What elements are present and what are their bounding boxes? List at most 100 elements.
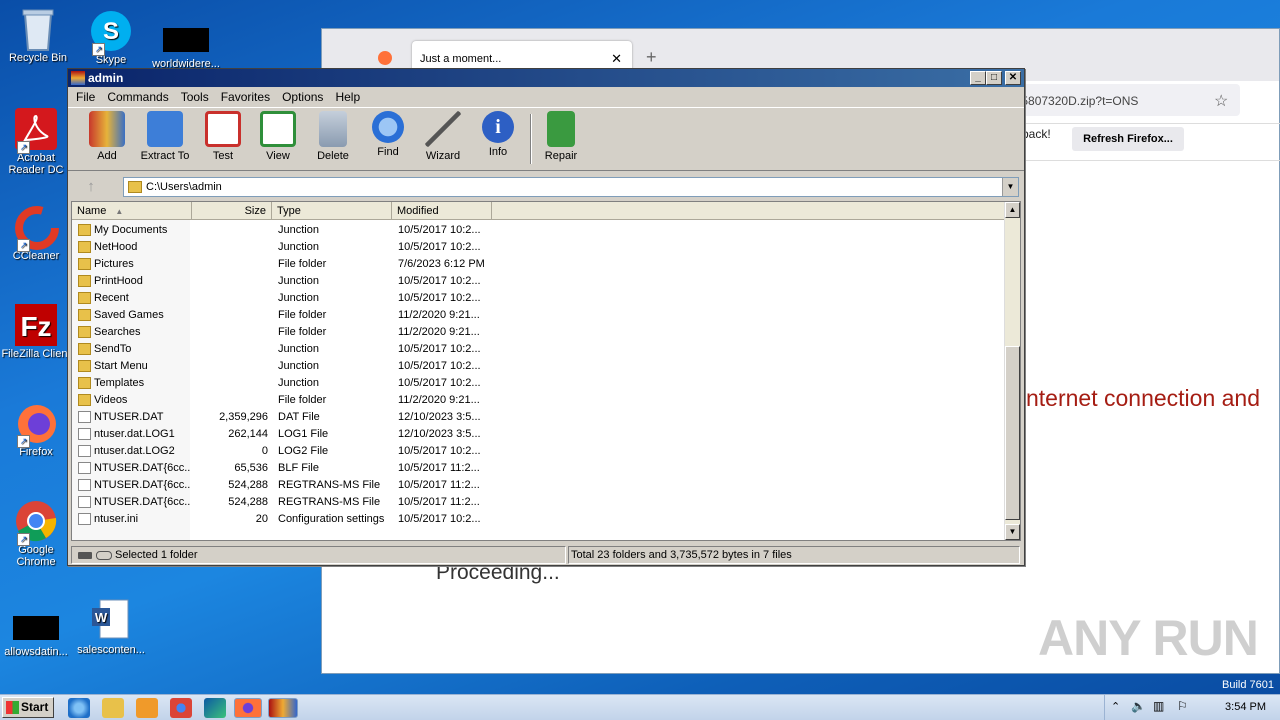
desktop-icon-chrome[interactable]: ↗ Google Chrome xyxy=(0,498,74,568)
menu-options[interactable]: Options xyxy=(276,90,329,104)
windows-flag-icon xyxy=(6,701,19,714)
volume-icon[interactable]: 🔈 xyxy=(1131,699,1146,713)
bookmark-star-icon[interactable]: ☆ xyxy=(1214,91,1228,111)
table-row[interactable]: Recent Junction 10/5/2017 10:2... xyxy=(72,290,1002,307)
cell-name: Templates xyxy=(94,377,145,389)
winrar-icon[interactable] xyxy=(268,698,298,718)
title-bar: admin _ □ ✕ xyxy=(68,69,1024,87)
cell-name: SendTo xyxy=(94,343,132,355)
flag-icon[interactable]: ⚐ xyxy=(1177,699,1188,713)
ie-icon[interactable] xyxy=(68,698,90,718)
clock[interactable]: 3:54 PM xyxy=(1225,701,1266,713)
scroll-thumb[interactable] xyxy=(1005,346,1020,520)
table-row[interactable]: NTUSER.DAT{6cc... 524,288 REGTRANS-MS File… xyxy=(72,477,1002,494)
add-button[interactable]: Add xyxy=(77,111,137,162)
table-row[interactable]: Pictures File folder 7/6/2023 6:12 PM xyxy=(72,256,1002,273)
table-row[interactable]: Start Menu Junction 10/5/2017 10:2... xyxy=(72,358,1002,375)
column-header-size[interactable]: Size xyxy=(192,202,272,220)
desktop-icon-firefox[interactable]: ↗ Firefox xyxy=(0,400,74,458)
desktop-icon-recycle-bin[interactable]: Recycle Bin xyxy=(0,6,76,64)
cell-size: 262,144 xyxy=(228,428,268,440)
cell-type: Junction xyxy=(278,224,319,236)
column-header-modified[interactable]: Modified xyxy=(392,202,492,220)
desktop-icon-acrobat[interactable]: ↗ Acrobat Reader DC xyxy=(0,106,74,176)
table-row[interactable]: NTUSER.DAT 2,359,296 DAT File 12/10/2023 3:… xyxy=(72,409,1002,426)
extract-to-button[interactable]: Extract To xyxy=(135,111,195,162)
refresh-firefox-button[interactable]: Refresh Firefox... xyxy=(1072,127,1184,151)
table-row[interactable]: Templates Junction 10/5/2017 10:2... xyxy=(72,375,1002,392)
info-button[interactable]: i Info xyxy=(468,111,528,158)
new-tab-icon[interactable]: + xyxy=(646,47,657,68)
table-row[interactable]: My Documents Junction 10/5/2017 10:2... xyxy=(72,222,1002,239)
column-type-label: Type xyxy=(277,205,301,217)
close-tab-icon[interactable]: ✕ xyxy=(611,51,622,67)
start-button[interactable]: Start xyxy=(2,697,54,718)
desktop-icon-filezilla[interactable]: Fz FileZilla Client xyxy=(0,302,74,360)
cell-name: Saved Games xyxy=(94,309,164,321)
table-row[interactable]: Saved Games File folder 11/2/2020 9:21... xyxy=(72,307,1002,324)
desktop-icon-salescontent[interactable]: W salesconten... xyxy=(73,598,149,656)
table-row[interactable]: ntuser.ini 20 Configuration settings 10/5/2… xyxy=(72,511,1002,528)
status-total: Total 23 folders and 3,735,572 bytes in … xyxy=(571,549,792,561)
wizard-button[interactable]: Wizard xyxy=(413,111,473,162)
up-arrow-icon[interactable]: ↑ xyxy=(80,178,102,198)
info-icon: i xyxy=(482,111,514,143)
table-row[interactable]: NTUSER.DAT{6cc... 524,288 REGTRANS-MS File… xyxy=(72,494,1002,511)
media-player-icon[interactable] xyxy=(136,698,158,718)
table-row[interactable]: PrintHood Junction 10/5/2017 10:2... xyxy=(72,273,1002,290)
scroll-down-icon[interactable]: ▼ xyxy=(1005,524,1020,540)
repair-button[interactable]: Repair xyxy=(531,111,591,162)
menu-tools[interactable]: Tools xyxy=(175,90,215,104)
table-row[interactable]: Searches File folder 11/2/2020 9:21... xyxy=(72,324,1002,341)
firefox-icon[interactable] xyxy=(234,698,262,718)
winrar-app-icon xyxy=(71,71,85,85)
cell-name: Searches xyxy=(94,326,141,338)
cell-type: LOG1 File xyxy=(278,428,329,440)
edge-icon[interactable] xyxy=(204,698,226,718)
show-hidden-icons-icon[interactable]: ⌃ xyxy=(1111,700,1120,713)
close-button[interactable]: ✕ xyxy=(1005,71,1021,85)
folder-icon xyxy=(78,377,91,389)
address-field[interactable]: C:\Users\admin ▼ xyxy=(123,177,1019,197)
delete-button[interactable]: Delete xyxy=(303,111,363,162)
notice-text: back! xyxy=(1022,127,1051,141)
desktop-icon-worldwidere[interactable]: worldwidere... xyxy=(148,28,224,70)
status-selection: Selected 1 folder xyxy=(115,549,198,561)
test-button[interactable]: Test xyxy=(193,111,253,162)
network-icon[interactable]: ▥ xyxy=(1153,699,1164,713)
desktop-icon-skype[interactable]: S ↗ Skype xyxy=(73,8,149,66)
vertical-scrollbar[interactable]: ▲ ▼ xyxy=(1004,202,1020,540)
tab-title: Just a moment... xyxy=(420,53,502,65)
explorer-icon[interactable] xyxy=(102,698,124,718)
scroll-up-icon[interactable]: ▲ xyxy=(1005,202,1020,218)
column-header-type[interactable]: Type xyxy=(272,202,392,220)
status-bar: Selected 1 folder Total 23 folders and 3… xyxy=(68,545,1024,565)
table-row[interactable]: Videos File folder 11/2/2020 9:21... xyxy=(72,392,1002,409)
desktop-icon-ccleaner[interactable]: ↗ CCleaner xyxy=(0,204,74,262)
minimize-button[interactable]: _ xyxy=(970,71,986,85)
maximize-button[interactable]: □ xyxy=(986,71,1002,85)
anyrun-watermark: ANY RUN xyxy=(1038,610,1259,666)
desktop-icon-label: Acrobat Reader DC xyxy=(8,152,64,176)
table-row[interactable]: NTUSER.DAT{6cc... 65,536 BLF File 10/5/2017… xyxy=(72,460,1002,477)
menu-favorites[interactable]: Favorites xyxy=(215,90,276,104)
menu-commands[interactable]: Commands xyxy=(101,90,174,104)
acrobat-icon: ↗ xyxy=(13,106,59,154)
view-button[interactable]: View xyxy=(248,111,308,162)
firefox-icon xyxy=(378,51,392,65)
desktop-icon-allowsdatin[interactable]: allowsdatin... xyxy=(0,616,74,658)
chrome-icon[interactable] xyxy=(170,698,192,718)
address-row: ↑ C:\Users\admin ▼ xyxy=(68,173,1024,201)
find-button[interactable]: Find xyxy=(358,111,418,158)
chevron-down-icon[interactable]: ▼ xyxy=(1002,178,1018,196)
table-row[interactable]: ntuser.dat.LOG1 262,144 LOG1 File 12/10/202… xyxy=(72,426,1002,443)
table-row[interactable]: NetHood Junction 10/5/2017 10:2... xyxy=(72,239,1002,256)
browser-tab[interactable]: Just a moment... ✕ xyxy=(412,41,632,71)
table-row[interactable]: ntuser.dat.LOG2 0 LOG2 File 10/5/2017 10:2.… xyxy=(72,443,1002,460)
cell-modified: 10/5/2017 10:2... xyxy=(398,445,481,457)
column-header-name[interactable]: Name ▲ xyxy=(72,202,192,220)
column-name-label: Name xyxy=(77,205,107,217)
menu-file[interactable]: File xyxy=(70,90,101,104)
menu-help[interactable]: Help xyxy=(329,90,366,104)
table-row[interactable]: SendTo Junction 10/5/2017 10:2... xyxy=(72,341,1002,358)
